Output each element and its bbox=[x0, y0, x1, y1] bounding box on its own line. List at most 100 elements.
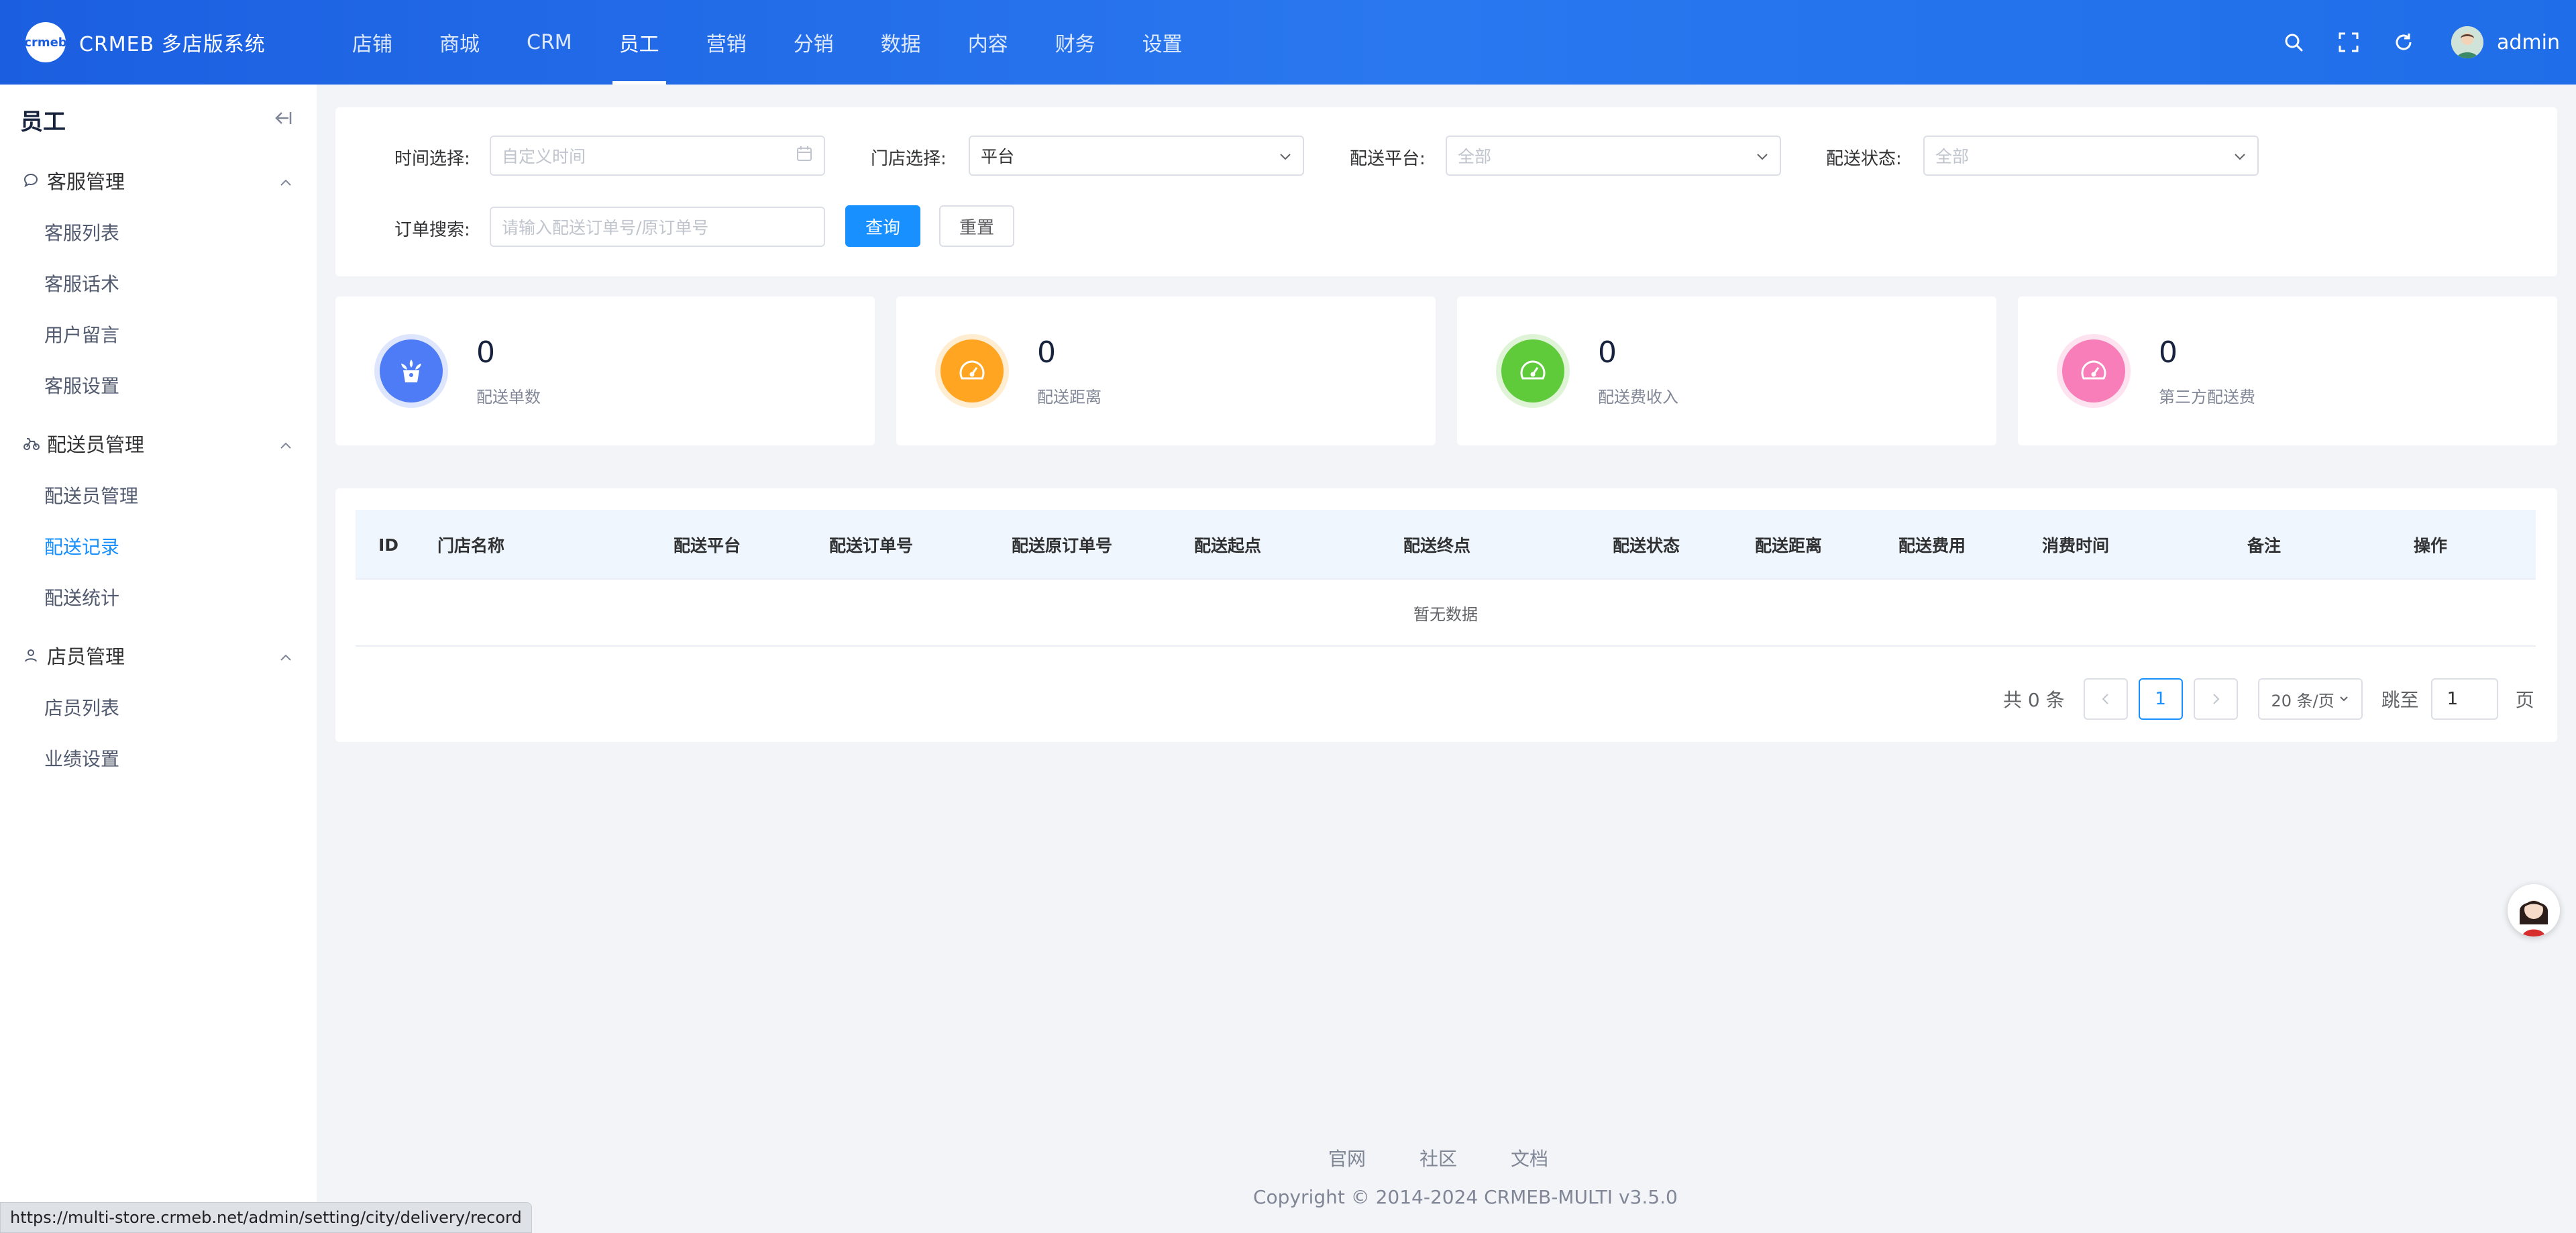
total-count: 共 0 条 bbox=[2003, 689, 2065, 711]
jump-label: 跳至 bbox=[2381, 689, 2419, 711]
chevron-down-icon bbox=[2340, 696, 2348, 702]
stat-label: 配送单数 bbox=[476, 388, 541, 407]
logo-icon: crmeb bbox=[24, 22, 67, 62]
time-filter-label: 时间选择: bbox=[394, 149, 470, 169]
sidebar-group-clerk[interactable]: 店员管理 bbox=[0, 629, 317, 682]
footer-link-docs[interactable]: 文档 bbox=[1511, 1144, 1548, 1171]
sidebar-group-items: 店员列表 业绩设置 bbox=[0, 682, 317, 790]
collapse-sidebar-icon[interactable] bbox=[272, 109, 292, 129]
stat-value: 0 bbox=[476, 335, 495, 370]
speedometer-icon bbox=[1501, 339, 1564, 403]
flower-badge-icon bbox=[380, 339, 443, 403]
footer-link-official[interactable]: 官网 bbox=[1328, 1144, 1366, 1171]
query-button[interactable]: 查询 bbox=[845, 205, 920, 247]
page-number-button[interactable]: 1 bbox=[2138, 678, 2183, 720]
sidebar-item-delivery-records[interactable]: 配送记录 bbox=[44, 521, 190, 572]
store-filter-label: 门店选择: bbox=[871, 149, 947, 169]
prev-page-button[interactable] bbox=[2083, 678, 2128, 720]
stat-value: 0 bbox=[1598, 335, 1617, 370]
stat-icon-ring bbox=[374, 334, 448, 408]
store-select[interactable]: 平台 bbox=[969, 136, 1304, 176]
browser-status-url: https://multi-store.crmeb.net/admin/sett… bbox=[0, 1202, 532, 1233]
refresh-icon[interactable] bbox=[2390, 29, 2417, 56]
jump-page-input[interactable]: 1 bbox=[2430, 678, 2498, 720]
column-header: 配送订单号 bbox=[829, 536, 914, 555]
stat-label: 配送距离 bbox=[1037, 388, 1102, 407]
chevron-up-icon bbox=[279, 644, 292, 667]
nav-item-finance[interactable]: 财务 bbox=[1032, 0, 1119, 85]
nav-item-staff[interactable]: 员工 bbox=[596, 0, 683, 85]
column-header: 备注 bbox=[2247, 536, 2282, 555]
status-filter-label: 配送状态: bbox=[1826, 149, 1902, 169]
page-size-select[interactable]: 20 条/页 bbox=[2257, 678, 2363, 720]
sidebar-group-courier[interactable]: 配送员管理 bbox=[0, 417, 317, 470]
sidebar-group-items: 配送员管理 配送记录 配送统计 bbox=[0, 470, 317, 629]
logo-area[interactable]: crmeb CRMEB 多店版系统 bbox=[0, 22, 309, 62]
filter-panel: 时间选择: 自定义时间 门店选择: 平台 配送平台: 全部 配送状态: 全部 订… bbox=[335, 107, 2557, 276]
user-icon bbox=[23, 647, 40, 664]
nav-item-store[interactable]: 店铺 bbox=[329, 0, 416, 85]
user-avatar[interactable] bbox=[2451, 26, 2483, 58]
stat-card-delivery-distance: 0 配送距离 bbox=[896, 297, 1436, 445]
column-header: 配送起点 bbox=[1194, 536, 1262, 555]
table-empty-state: 暂无数据 bbox=[356, 580, 2536, 647]
app-title: CRMEB 多店版系统 bbox=[79, 33, 266, 56]
sidebar-group-customer-service[interactable]: 客服管理 bbox=[0, 154, 317, 207]
status-select[interactable]: 全部 bbox=[1923, 136, 2259, 176]
sidebar-item-service-settings[interactable]: 客服设置 bbox=[44, 360, 190, 411]
sidebar-header: 员工 bbox=[0, 85, 317, 154]
sidebar-item-courier-manage[interactable]: 配送员管理 bbox=[44, 470, 190, 521]
page-suffix: 页 bbox=[2515, 689, 2534, 711]
header-actions: admin bbox=[2266, 0, 2560, 85]
stat-value: 0 bbox=[1037, 335, 1056, 370]
search-icon[interactable] bbox=[2280, 29, 2307, 56]
chevron-up-icon bbox=[279, 432, 292, 455]
fullscreen-icon[interactable] bbox=[2335, 29, 2362, 56]
calendar-icon bbox=[796, 145, 813, 166]
sidebar-group-items: 客服列表 客服话术 用户留言 客服设置 bbox=[0, 207, 317, 417]
stat-card-third-party-fee: 0 第三方配送费 bbox=[2018, 297, 2557, 445]
order-search-label: 订单搜索: bbox=[394, 220, 470, 240]
nav-item-crm[interactable]: CRM bbox=[503, 0, 596, 85]
nav-item-settings[interactable]: 设置 bbox=[1119, 0, 1206, 85]
column-header: 配送距离 bbox=[1755, 536, 1823, 555]
platform-select[interactable]: 全部 bbox=[1446, 136, 1781, 176]
footer-links: 官网 社区 文档 bbox=[1328, 1144, 1602, 1171]
sidebar-item-user-messages[interactable]: 用户留言 bbox=[44, 309, 190, 360]
speedometer-icon bbox=[941, 339, 1004, 403]
stat-card-delivery-count: 0 配送单数 bbox=[335, 297, 875, 445]
stat-icon-ring bbox=[935, 334, 1009, 408]
username[interactable]: admin bbox=[2497, 31, 2560, 54]
column-header: 配送原订单号 bbox=[1012, 536, 1113, 555]
footer-link-community[interactable]: 社区 bbox=[1419, 1144, 1457, 1171]
next-page-button[interactable] bbox=[2193, 678, 2238, 720]
reset-button[interactable]: 重置 bbox=[939, 205, 1014, 247]
stat-icon-ring bbox=[1496, 334, 1570, 408]
sidebar-item-performance-settings[interactable]: 业绩设置 bbox=[44, 733, 190, 784]
sidebar-item-service-scripts[interactable]: 客服话术 bbox=[44, 258, 190, 309]
column-header: 消费时间 bbox=[2042, 536, 2110, 555]
nav-item-marketing[interactable]: 营销 bbox=[683, 0, 770, 85]
copyright-text: Copyright © 2014-2024 CRMEB-MULTI v3.5.0 bbox=[1253, 1186, 1678, 1208]
delivery-records-table: ID 门店名称 配送平台 配送订单号 配送原订单号 配送起点 配送终点 配送状态… bbox=[335, 488, 2557, 742]
order-search-input[interactable]: 请输入配送订单号/原订单号 bbox=[490, 207, 825, 247]
column-header: ID bbox=[378, 535, 399, 555]
sidebar-item-delivery-stats[interactable]: 配送统计 bbox=[44, 572, 190, 623]
sidebar-item-service-list[interactable]: 客服列表 bbox=[44, 207, 190, 258]
chevron-up-icon bbox=[279, 169, 292, 192]
sidebar-item-clerk-list[interactable]: 店员列表 bbox=[44, 682, 190, 733]
nav-item-content[interactable]: 内容 bbox=[945, 0, 1032, 85]
column-header: 配送状态 bbox=[1613, 536, 1680, 555]
table-header-row: ID 门店名称 配送平台 配送订单号 配送原订单号 配送起点 配送终点 配送状态… bbox=[356, 510, 2536, 580]
customer-service-avatar[interactable] bbox=[2508, 884, 2560, 936]
nav-item-mall[interactable]: 商城 bbox=[416, 0, 503, 85]
column-header: 配送终点 bbox=[1403, 536, 1471, 555]
nav-item-data[interactable]: 数据 bbox=[857, 0, 945, 85]
time-range-input[interactable]: 自定义时间 bbox=[490, 136, 825, 176]
column-header: 配送平台 bbox=[674, 536, 741, 555]
nav-item-distribution[interactable]: 分销 bbox=[770, 0, 857, 85]
top-nav: 店铺 商城 CRM 员工 营销 分销 数据 内容 财务 设置 bbox=[329, 0, 1206, 85]
pagination: 共 0 条 1 20 条/页 跳至 1 页 bbox=[2003, 678, 2534, 720]
top-header: crmeb CRMEB 多店版系统 店铺 商城 CRM 员工 营销 分销 数据 … bbox=[0, 0, 2576, 85]
chevron-down-icon bbox=[2233, 146, 2247, 166]
